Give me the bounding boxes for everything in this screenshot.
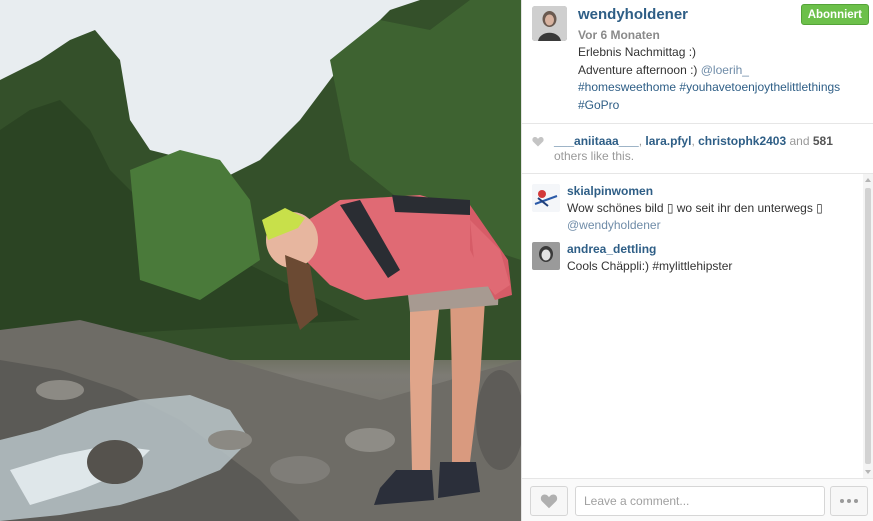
more-icon (847, 499, 851, 503)
commenter-avatar[interactable] (532, 184, 560, 212)
caption-hashtag-gopro[interactable]: #GoPro (578, 97, 868, 115)
follow-button[interactable]: Abonniert (800, 4, 869, 25)
comments-scrollbar[interactable] (863, 174, 873, 478)
likes-section: ___aniitaaa___, lara.pfyl, christophk240… (522, 124, 873, 174)
likes-and: and (786, 134, 813, 148)
caption-mention-link[interactable]: @loerih_ (701, 63, 749, 77)
comments-list[interactable]: skialpinwomen Wow schönes bild ▯ wo seit… (522, 174, 873, 478)
like-button[interactable] (530, 486, 568, 516)
post-photo-graphic (0, 0, 521, 521)
comment-body: Wow schönes bild ▯ wo seit ihr den unter… (567, 201, 823, 215)
comment-mention-link[interactable]: @wendyholdener (567, 218, 661, 232)
likes-text: ___aniitaaa___, lara.pfyl, christophk240… (554, 134, 864, 164)
author-username[interactable]: wendyholdener (578, 6, 688, 23)
liker-link[interactable]: lara.pfyl (645, 134, 691, 148)
post-side-panel: wendyholdener Vor 6 Monaten Abonniert Er… (521, 0, 873, 521)
liker-link[interactable]: christophk2403 (698, 134, 786, 148)
heart-icon (540, 494, 558, 509)
comment-input[interactable] (575, 486, 825, 516)
post-photo (0, 0, 521, 521)
comment-username[interactable]: skialpinwomen (567, 184, 653, 198)
caption-hashtags[interactable]: #homesweethome #youhavetoenjoythelittlet… (578, 79, 868, 97)
more-icon (854, 499, 858, 503)
post-header: wendyholdener Vor 6 Monaten Abonniert Er… (522, 0, 873, 124)
scroll-up-icon[interactable] (865, 178, 871, 182)
comment-footer (522, 478, 873, 521)
heart-icon (532, 137, 544, 147)
commenter-avatar[interactable] (532, 242, 560, 270)
more-options-button[interactable] (830, 486, 868, 516)
liker-link[interactable]: ___aniitaaa___ (554, 134, 639, 148)
caption-line: Erlebnis Nachmittag :) (578, 45, 697, 59)
comment-text: Wow schönes bild ▯ wo seit ihr den unter… (567, 200, 847, 234)
caption-line: Adventure afternoon :) @loerih_ (578, 62, 868, 80)
scroll-thumb[interactable] (865, 188, 871, 464)
post-timestamp: Vor 6 Monaten (578, 28, 660, 42)
comment-text: Cools Chäppli:) #mylittlehipster (567, 259, 733, 273)
comment-username[interactable]: andrea_dettling (567, 242, 656, 256)
author-avatar[interactable] (532, 6, 567, 41)
caption-text: Adventure afternoon :) (578, 62, 701, 77)
post-caption: Erlebnis Nachmittag :) Adventure afterno… (578, 44, 868, 114)
scroll-down-icon[interactable] (865, 470, 871, 474)
more-icon (840, 499, 844, 503)
likes-count[interactable]: 581 (813, 134, 833, 148)
likes-rest: others like this. (554, 149, 635, 163)
